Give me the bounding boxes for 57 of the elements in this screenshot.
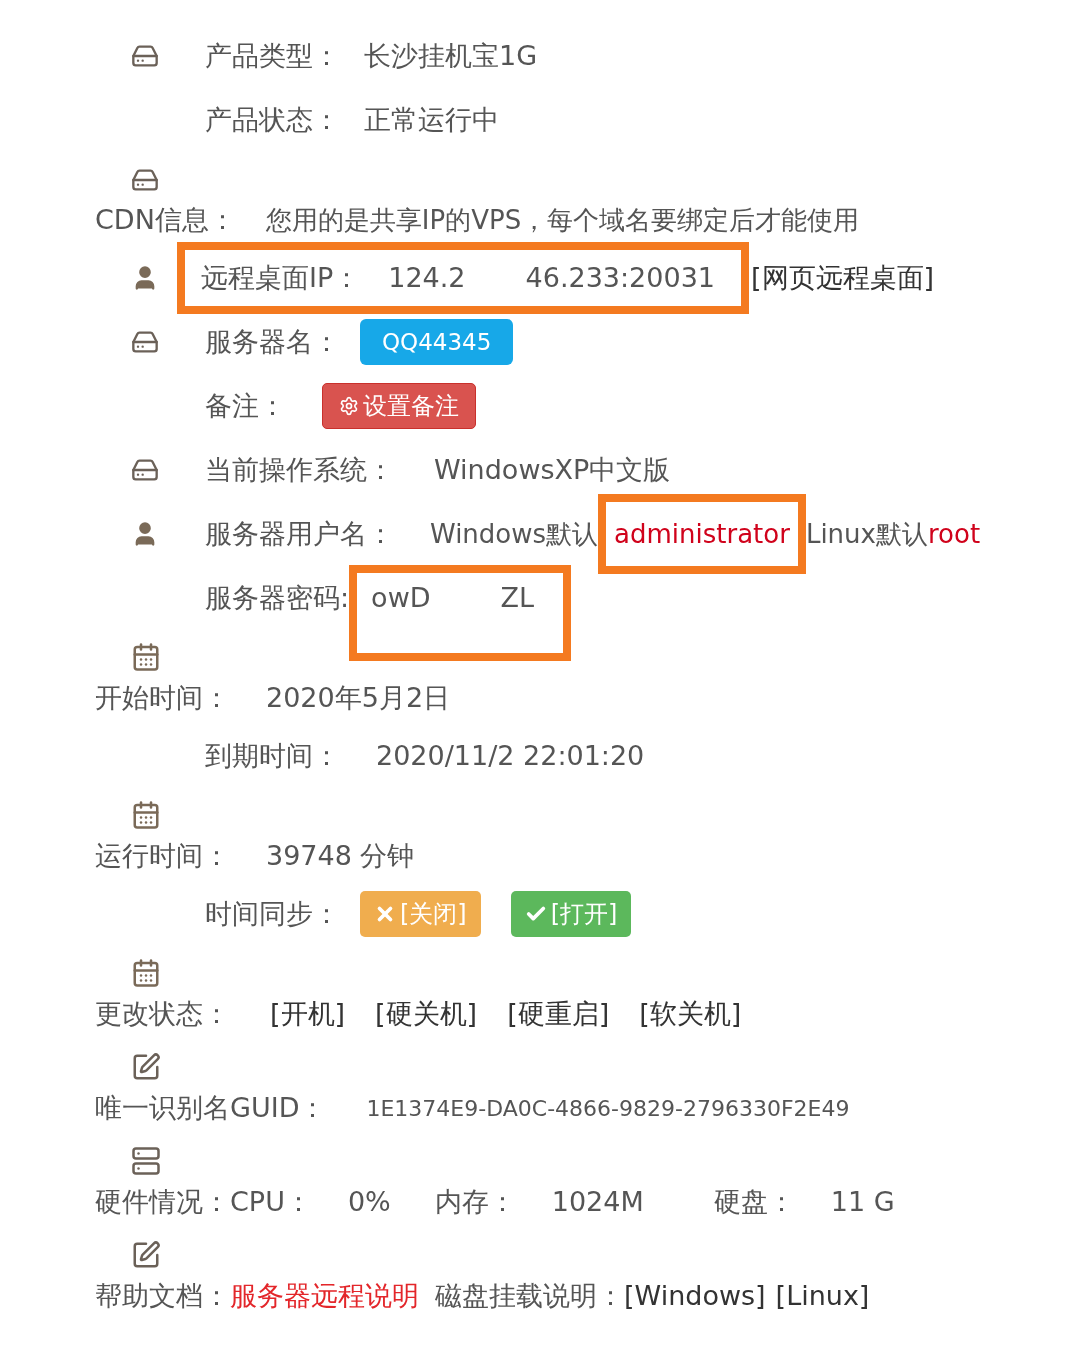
field-label: CPU： <box>230 1184 312 1219</box>
field-value: 1024M <box>551 1184 644 1219</box>
field-value: 0% <box>347 1184 391 1219</box>
field-label: 更改状态： <box>95 996 230 1031</box>
field-label: 运行时间： <box>95 838 230 873</box>
field-label: 产品状态： <box>205 102 340 137</box>
edit-icon <box>131 1052 161 1082</box>
power-action-link[interactable]: [硬关机] <box>375 993 478 1035</box>
default-username: root <box>927 517 981 551</box>
default-username: administrator <box>614 517 790 551</box>
field-value: ZL <box>500 580 535 615</box>
field-value: 您用的是共享IP的VPS，每个域名要绑定后才能使用 <box>265 203 860 237</box>
server-name-badge: QQ44345 <box>360 319 514 365</box>
remote-guide-link[interactable]: 服务器远程说明 <box>230 1275 419 1317</box>
field-label: 远程桌面IP： <box>201 260 361 295</box>
disk-guide-link[interactable]: [Windows] <box>624 1275 766 1317</box>
field-label: 磁盘挂载说明： <box>435 1278 624 1313</box>
edit-icon <box>131 1240 161 1270</box>
field-label: 服务器密码: <box>205 580 350 615</box>
field-label: 时间同步： <box>205 896 340 931</box>
field-label: CDN信息： <box>95 202 236 237</box>
field-value: 11 G <box>830 1184 895 1219</box>
field-value: Windows默认 <box>430 517 599 551</box>
disk-guide-link[interactable]: [Linux] <box>775 1275 870 1317</box>
power-action-link[interactable]: [开机] <box>270 993 346 1035</box>
field-value: 1E1374E9-DA0C-4866-9829-2796330F2E49 <box>366 1094 850 1123</box>
field-label: 帮助文档： <box>95 1278 230 1313</box>
field-label: 服务器名： <box>205 324 340 359</box>
power-action-link[interactable]: [硬重启] <box>507 993 610 1035</box>
calendar-icon <box>131 800 161 830</box>
calendar-icon <box>131 642 161 672</box>
field-value: 正常运行中 <box>364 102 499 137</box>
field-label: 当前操作系统： <box>205 452 394 487</box>
field-value: Linux默认 <box>805 517 928 551</box>
field-value: 长沙挂机宝1G <box>364 38 538 73</box>
field-value: 124.2 <box>388 260 466 295</box>
power-action-link[interactable]: [软关机] <box>639 993 742 1035</box>
field-label: 开始时间： <box>95 680 230 715</box>
field-label: 备注： <box>205 388 286 423</box>
field-value: WindowsXP中文版 <box>434 452 671 487</box>
field-label: 内存： <box>434 1184 516 1219</box>
field-label: 到期时间： <box>205 738 340 773</box>
gear-icon <box>339 396 359 416</box>
field-value: 2020年5月2日 <box>266 680 451 715</box>
field-label: 产品类型： <box>205 38 340 73</box>
field-value: 46.233:20031 <box>525 260 715 295</box>
field-value: 39748 分钟 <box>266 838 415 873</box>
server-list-icon <box>131 1146 161 1176</box>
field-label: 硬盘： <box>713 1184 795 1219</box>
field-label: 唯一识别名GUID： <box>95 1090 327 1125</box>
calendar-icon <box>131 958 161 988</box>
field-label: 硬件情况： <box>95 1184 230 1219</box>
field-label: 服务器用户名： <box>205 516 394 551</box>
field-value: owD <box>371 580 431 615</box>
set-note-button[interactable]: 设置备注 <box>322 383 476 429</box>
field-value: 2020/11/2 22:01:20 <box>376 738 645 773</box>
remote-desktop-link[interactable]: [网页远程桌面] <box>751 257 935 299</box>
